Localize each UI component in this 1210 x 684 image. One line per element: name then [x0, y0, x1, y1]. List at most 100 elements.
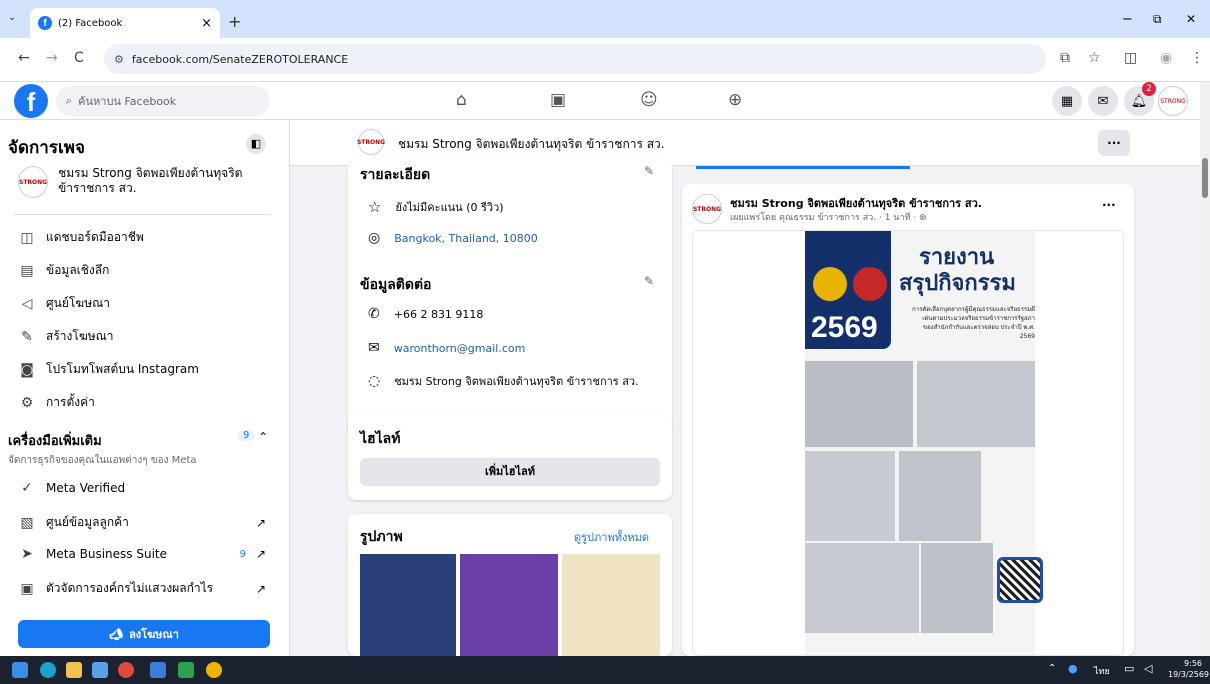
- contact-title: ข้อมูลติดต่อ: [360, 277, 432, 293]
- megaphone-icon: ◁: [21, 295, 33, 312]
- rating-row: ☆ ยังไม่มีคะแนน (0 รีวิว): [368, 198, 504, 216]
- sidebar-item-label: ข้อมูลเชิงลึก: [46, 263, 110, 277]
- manage-page-sidebar: จัดการเพจ ◧ STRONG ชมรม Strong จิตพอเพีย…: [0, 120, 290, 656]
- gaming-icon[interactable]: ⊕: [728, 90, 742, 110]
- sidebar-item[interactable]: ⚙ การตั้งค่า: [18, 393, 95, 412]
- close-window-button[interactable]: ✕: [1186, 12, 1196, 26]
- sidebar-item[interactable]: ◁ ศูนย์โฆษณา: [18, 294, 110, 313]
- maximize-button[interactable]: ⧉: [1153, 12, 1162, 27]
- instagram-icon: ◙: [20, 361, 34, 378]
- tool-item-label: Meta Verified: [46, 481, 126, 495]
- sidebar-item[interactable]: ◙ โปรโมทโพสต์บน Instagram: [18, 360, 199, 379]
- external-link-icon: ↗: [256, 581, 267, 596]
- volume-icon[interactable]: ◁: [1144, 662, 1152, 675]
- page-switcher[interactable]: STRONG ชมรม Strong จิตพอเพียงต้านทุจริต …: [18, 166, 268, 198]
- edge-icon[interactable]: [40, 662, 56, 678]
- video-icon[interactable]: ▣: [550, 90, 566, 110]
- address-bar[interactable]: ⚙ facebook.com/SenateZEROTOLERANCE: [104, 44, 1046, 74]
- tray-app-icon[interactable]: ●: [1068, 662, 1078, 675]
- tab-list-button[interactable]: ⌄: [8, 12, 16, 23]
- search-placeholder: ค้นหาบน Facebook: [78, 95, 177, 108]
- new-tab-button[interactable]: +: [228, 12, 241, 31]
- photo-thumbnail-1[interactable]: [360, 554, 456, 656]
- staff-photo-5: [805, 543, 919, 633]
- groups-icon[interactable]: ☺: [640, 90, 658, 110]
- chevron-up-icon[interactable]: ⌃: [258, 430, 268, 444]
- chat-icon[interactable]: [178, 662, 194, 678]
- page-header-name: ชมรม Strong จิตพอเพียงต้านทุจริต ข้าราชก…: [398, 137, 665, 151]
- tray-chevron-icon[interactable]: ⌃: [1048, 663, 1056, 674]
- install-app-icon[interactable]: ⧉: [1060, 50, 1070, 66]
- photo-thumbnail-2[interactable]: [460, 554, 558, 656]
- browser-tab[interactable]: f (2) Facebook ×: [30, 8, 220, 38]
- messenger-text: ชมรม Strong จิตพอเพียงต้านทุจริต ข้าราชก…: [394, 375, 639, 388]
- phone-icon: ✆: [368, 306, 380, 322]
- tool-item[interactable]: ➤ Meta Business Suite 9 ↗: [18, 546, 270, 562]
- clock[interactable]: 9:56 19/3/2569: [1168, 658, 1209, 680]
- external-link-icon: ↗: [256, 515, 267, 530]
- edit-contact-icon[interactable]: ✎: [644, 274, 654, 288]
- sidebar-item[interactable]: ◫ แดชบอร์ดมืออาชีพ: [18, 228, 144, 247]
- mail-icon[interactable]: [150, 662, 166, 678]
- menu-grid-icon[interactable]: ▦: [1052, 86, 1082, 116]
- post-image[interactable]: 2569 รายงาน สรุปกิจกรรม การคัดเลือกบุคลา…: [692, 230, 1124, 656]
- tool-item[interactable]: ▧ ศูนย์ข้อมูลลูกค้า ↗: [18, 513, 270, 532]
- sidebar-item-label: แดชบอร์ดมืออาชีพ: [46, 230, 144, 244]
- highlights-card: ไฮไลท์ เพิ่มไฮไลท์: [348, 416, 672, 500]
- staff-photo-2: [917, 361, 1035, 447]
- back-button[interactable]: ←: [18, 50, 30, 66]
- collapse-sidebar-icon[interactable]: ◧: [246, 134, 266, 154]
- active-tab-indicator: [696, 166, 910, 169]
- post-more-button[interactable]: ···: [1102, 198, 1116, 212]
- search-box[interactable]: ⌕ ค้นหาบน Facebook: [56, 86, 270, 116]
- account-avatar[interactable]: STRONG: [1158, 86, 1188, 116]
- see-all-photos-link[interactable]: ดูรูปภาพทั้งหมด: [574, 528, 649, 546]
- create-ad-button[interactable]: 📣︎ ลงโฆษณา: [18, 620, 270, 648]
- tool-item-badge: 9: [239, 548, 246, 560]
- tool-item[interactable]: ✓ Meta Verified: [18, 480, 270, 496]
- tool-item-label: ศูนย์ข้อมูลลูกค้า: [46, 515, 129, 529]
- more-tools-header[interactable]: เครื่องมือเพิ่มเติม 9 ⌃ จัดการธุรกิจของค…: [8, 430, 272, 468]
- photo-thumbnail-3[interactable]: [562, 554, 660, 656]
- forward-button[interactable]: →: [46, 50, 58, 66]
- globe-icon: ⊛: [919, 213, 927, 223]
- facebook-logo-icon[interactable]: f: [14, 84, 48, 118]
- scrollbar-thumb[interactable]: [1202, 158, 1208, 198]
- tool-item[interactable]: ▣ ตัวจัดการองค์กรไม่แสวงผลกำไร ↗: [18, 579, 270, 598]
- extensions-icon[interactable]: ◫: [1124, 50, 1137, 66]
- home-icon[interactable]: ⌂: [456, 90, 467, 110]
- file-explorer-icon[interactable]: [66, 662, 82, 678]
- facebook-top-nav: f ⌕ ค้นหาบน Facebook ⌂ ▣ ☺ ⊕ ▦ ✉ 🔔︎ 2 ST…: [0, 82, 1200, 120]
- tab-close-icon[interactable]: ×: [201, 16, 212, 31]
- messenger-icon[interactable]: ✉: [1088, 86, 1118, 116]
- page-more-button[interactable]: ···: [1098, 130, 1130, 156]
- language-indicator[interactable]: ไทย: [1094, 664, 1110, 678]
- edit-details-icon[interactable]: ✎: [644, 164, 654, 178]
- sidebar-item-label: การตั้งค่า: [46, 395, 95, 409]
- site-info-icon[interactable]: ⚙: [114, 53, 124, 66]
- tab-title: (2) Facebook: [58, 17, 123, 29]
- reload-button[interactable]: C: [74, 50, 84, 66]
- page-name: ชมรม Strong จิตพอเพียงต้านทุจริต ข้าราชก…: [58, 166, 243, 195]
- tool-item-label: ตัวจัดการองค์กรไม่แสวงผลกำไร: [46, 581, 214, 595]
- chrome-icon-2[interactable]: [206, 662, 222, 678]
- location-link[interactable]: Bangkok, Thailand, 10800: [394, 232, 538, 245]
- sidebar-title: จัดการเพจ: [8, 138, 85, 158]
- notepad-icon[interactable]: [92, 662, 108, 678]
- messenger-row: ◌ ชมรม Strong จิตพอเพียงต้านทุจริต ข้ารา…: [368, 372, 639, 390]
- post-author-avatar[interactable]: STRONG: [692, 194, 722, 224]
- chrome-icon[interactable]: [118, 662, 134, 678]
- profile-icon[interactable]: ◉: [1160, 50, 1172, 66]
- sidebar-item[interactable]: ▤ ข้อมูลเชิงลึก: [18, 261, 109, 280]
- minimize-button[interactable]: −: [1122, 12, 1133, 27]
- network-icon[interactable]: ▭: [1124, 662, 1134, 675]
- bookmark-star-icon[interactable]: ☆: [1088, 50, 1101, 66]
- email-link[interactable]: waronthorn@gmail.com: [394, 342, 526, 355]
- menu-icon[interactable]: ⋮: [1190, 50, 1204, 66]
- location-row: ◎ Bangkok, Thailand, 10800: [368, 230, 538, 246]
- sidebar-item[interactable]: ✎ สร้างโฆษณา: [18, 327, 113, 346]
- windows-start-icon[interactable]: [12, 662, 28, 678]
- page-scrollbar[interactable]: [1200, 82, 1210, 656]
- add-highlight-button[interactable]: เพิ่มไฮไลท์: [360, 458, 660, 486]
- create-ad-label: ลงโฆษณา: [129, 628, 179, 641]
